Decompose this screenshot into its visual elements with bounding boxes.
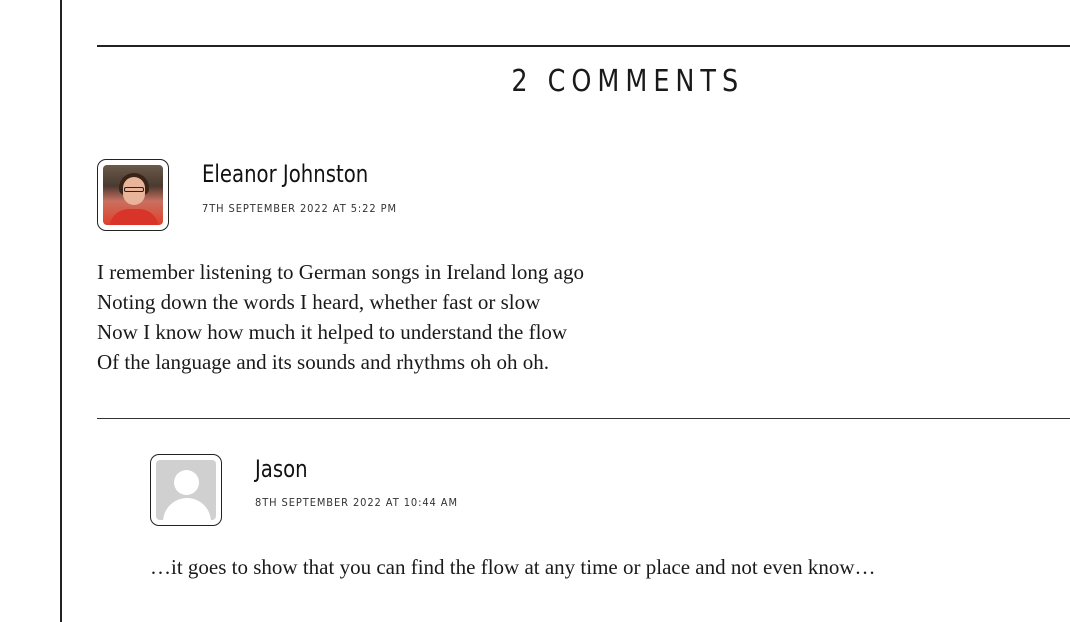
comment-line: Of the language and its sounds and rhyth… xyxy=(97,350,550,374)
comment-line: Noting down the words I heard, whether f… xyxy=(97,290,541,314)
comments-title: 2 COMMENTS xyxy=(511,64,745,99)
comment-line: I remember listening to German songs in … xyxy=(97,260,584,284)
comment-author[interactable]: Jason xyxy=(255,455,308,483)
left-border xyxy=(60,0,62,622)
comment-body: …it goes to show that you can find the f… xyxy=(150,552,876,582)
comment-author[interactable]: Eleanor Johnston xyxy=(202,160,368,188)
section-divider xyxy=(97,45,1070,47)
default-avatar-icon xyxy=(156,460,216,520)
avatar[interactable] xyxy=(97,159,169,231)
comment-body: I remember listening to German songs in … xyxy=(97,257,584,377)
comment-date[interactable]: 8TH SEPTEMBER 2022 AT 10:44 AM xyxy=(255,496,458,509)
comment-line: …it goes to show that you can find the f… xyxy=(150,555,876,579)
comment-divider xyxy=(97,418,1070,419)
comment-date[interactable]: 7TH SEPTEMBER 2022 AT 5:22 PM xyxy=(202,202,397,215)
comment-line: Now I know how much it helped to underst… xyxy=(97,320,568,344)
user-photo xyxy=(103,165,163,225)
avatar[interactable] xyxy=(150,454,222,526)
